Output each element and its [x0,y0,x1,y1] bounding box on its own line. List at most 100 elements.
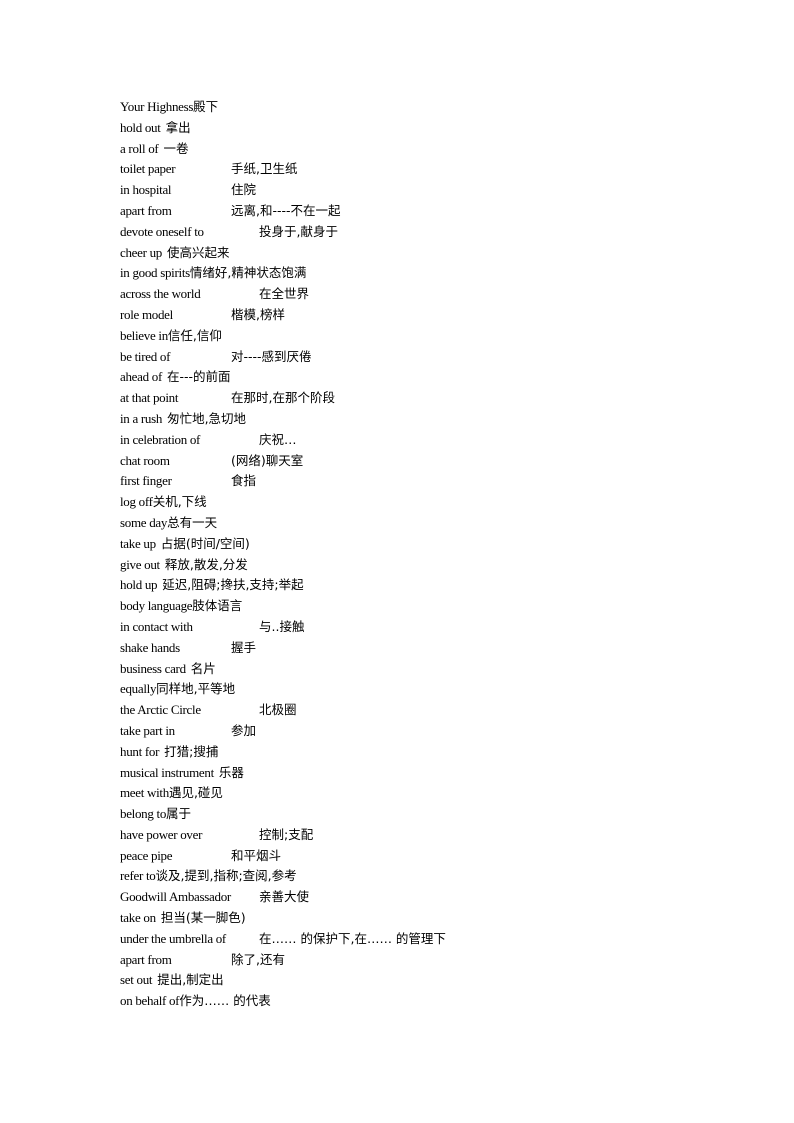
list-item: in hospital 住院 [120,180,306,201]
chinese-gloss: 名片 [190,660,216,676]
english-term: first finger [120,473,172,489]
english-term: at that point [120,390,179,406]
list-item: apart from 远离,和----不在一起 [120,201,341,222]
list-item: the Arctic Circle 北极圈 [120,700,306,721]
english-term: take part in [120,722,175,738]
english-term: apart from [120,951,172,967]
english-term: on behalf of [120,993,180,1009]
english-term: in celebration of [120,431,201,447]
chinese-gloss: 握手 [231,639,257,655]
english-term: Goodwill Ambassador [120,889,231,905]
english-term: take on [120,910,156,926]
list-item: hunt for 打猎;搜捕 [120,742,306,763]
chinese-gloss: 住院 [231,182,257,198]
english-term: Your Highness [120,99,194,114]
english-term: give out [120,556,160,572]
list-item: believe in信任,信仰 [120,326,306,347]
english-term: under the umbrella of [120,930,226,946]
english-term: take up [120,535,156,551]
english-term: apart from [120,202,172,218]
list-item: some day总有一天 [120,513,306,534]
english-term: role model [120,306,173,322]
english-term: devote oneself to [120,223,204,239]
chinese-gloss: 匆忙地,急切地 [167,410,247,426]
list-item: be tired of 对----感到厌倦 [120,347,312,368]
english-term: belong to [120,806,167,822]
list-item: chat room (网络)聊天室 [120,451,306,472]
list-item: equally同样地,平等地 [120,679,306,700]
list-item: take part in 参加 [120,721,306,742]
english-term: ahead of [120,369,162,385]
english-term: cheer up [120,244,162,260]
chinese-gloss: 在那时,在那个阶段 [231,390,335,406]
english-term: equally [120,681,157,697]
chinese-gloss: 属于 [166,806,192,822]
list-item: role model 楷模,榜样 [120,305,306,326]
english-term: a roll of [120,140,159,156]
chinese-gloss: 除了,还有 [231,951,285,967]
english-term: believe in [120,327,168,343]
chinese-gloss: 一卷 [163,140,189,156]
english-term: hunt for [120,743,160,759]
chinese-gloss: 在…… 的保护下,在…… 的管理下 [259,930,446,946]
list-item: hold up 延迟,阻碍;搀扶,支持;举起 [120,575,306,596]
list-item: belong to属于 [120,804,306,825]
chinese-gloss: 投身于,献身于 [259,223,338,239]
chinese-gloss: 延迟,阻碍;搀扶,支持;举起 [162,577,304,593]
list-item: body language肢体语言 [120,596,306,617]
chinese-gloss: 肢体语言 [192,598,243,614]
english-term: be tired of [120,348,171,364]
english-term: toilet paper [120,161,176,177]
english-term: musical instrument [120,764,214,780]
list-item: on behalf of作为…… 的代表 [120,991,306,1012]
list-item: toilet paper 手纸,卫生纸 [120,159,306,180]
english-term: peace pipe [120,847,173,863]
list-item: meet with遇见,碰见 [120,783,306,804]
english-term: in hospital [120,182,172,198]
chinese-gloss: 情绪好,精神状态饱满 [189,265,307,281]
list-item: under the umbrella of 在…… 的保护下,在…… 的管理下 [120,929,446,950]
english-term: set out [120,972,153,988]
chinese-gloss: 提出,制定出 [157,972,224,988]
list-item: Your Highness殿下 [120,97,306,118]
list-item: give out 释放,散发,分发 [120,555,306,576]
english-term: body language [120,598,193,614]
list-item: apart from 除了,还有 [120,950,306,971]
chinese-gloss: 对----感到厌倦 [231,348,312,364]
chinese-gloss: 谈及,提到,指称;查阅,参考 [155,868,297,884]
chinese-gloss: 同样地,平等地 [156,681,236,697]
english-term: business card [120,660,186,676]
chinese-gloss: 北极圈 [259,702,297,718]
chinese-gloss: 释放,散发,分发 [164,556,248,572]
english-term: in a rush [120,410,163,426]
list-item: in a rush 匆忙地,急切地 [120,409,306,430]
chinese-gloss: 庆祝… [259,431,297,447]
list-item: ahead of 在---的前面 [120,367,306,388]
list-item: peace pipe 和平烟斗 [120,846,306,867]
chinese-gloss: 远离,和----不在一起 [231,202,341,218]
chinese-gloss: 总有一天 [167,514,218,530]
chinese-gloss: 占据(时间/空间) [160,535,250,551]
english-term: refer to [120,868,156,884]
chinese-gloss: 担当(某一脚色) [160,910,246,926]
chinese-gloss: 殿下 [193,99,219,114]
english-term: in contact with [120,618,193,634]
list-item: hold out 拿出 [120,118,306,139]
chinese-gloss: 拿出 [165,119,191,135]
list-item: business card 名片 [120,659,306,680]
chinese-gloss: 在---的前面 [167,369,231,385]
list-item: in good spirits情绪好,精神状态饱满 [120,263,306,284]
document-page: Your Highness殿下 hold out 拿出 a roll of 一卷 toil… [0,0,794,1123]
english-term: chat room [120,452,170,468]
chinese-gloss: 遇见,碰见 [168,785,223,801]
chinese-gloss: 亲善大使 [259,889,310,905]
chinese-gloss: 食指 [231,473,257,489]
chinese-gloss: 参加 [231,722,257,738]
english-term: meet with [120,785,169,801]
english-term: shake hands [120,639,180,655]
chinese-gloss: 关机,下线 [152,494,207,510]
list-item: Goodwill Ambassador 亲善大使 [120,887,310,908]
vocabulary-list: Your Highness殿下 hold out 拿出 a roll of 一卷 toil… [120,97,446,1012]
list-item: set out 提出,制定出 [120,970,306,991]
chinese-gloss: 信任,信仰 [167,327,222,343]
